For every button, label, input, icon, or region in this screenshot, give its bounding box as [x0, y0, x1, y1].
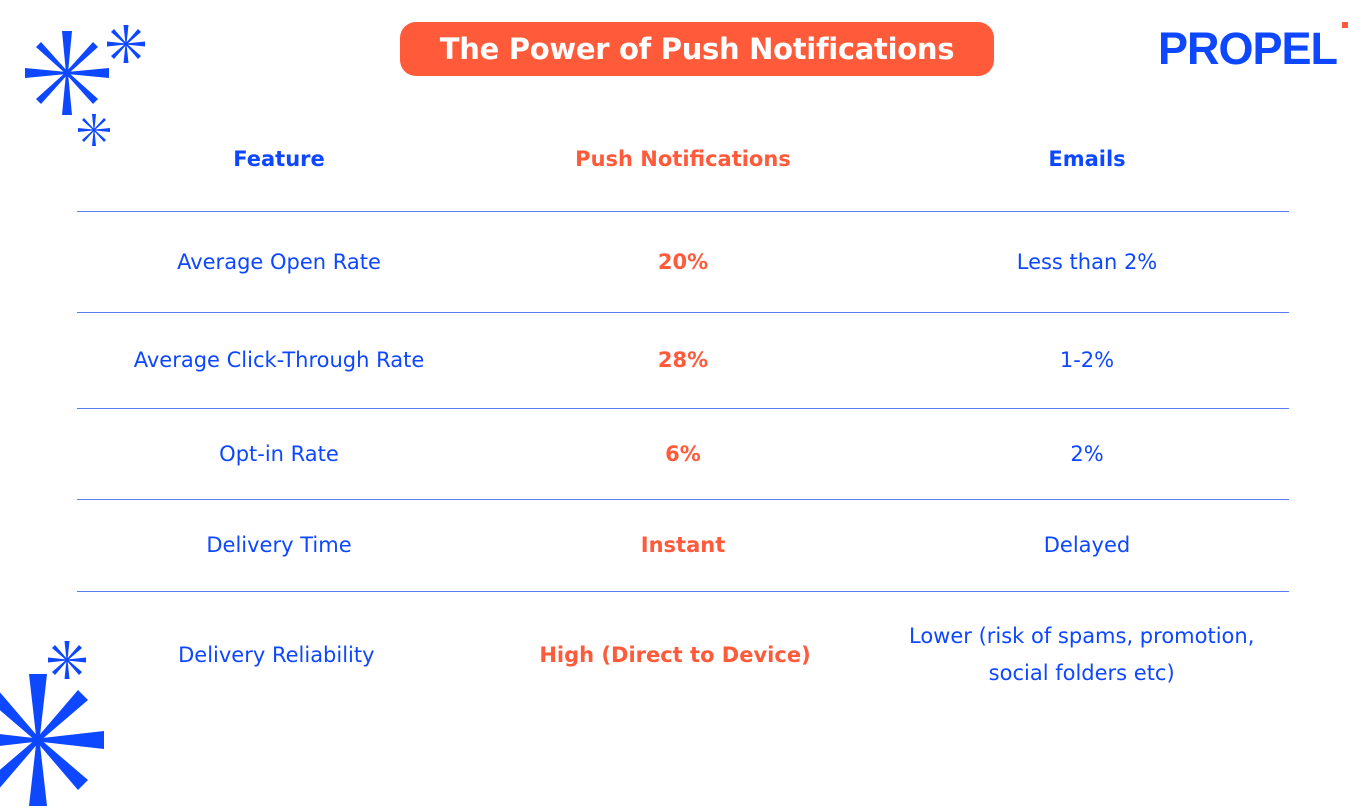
table-row: Delivery Reliability High (Direct to Dev…: [77, 592, 1289, 718]
email-value-cell: 2%: [1070, 441, 1104, 466]
logo-accent-dot: [1342, 22, 1348, 28]
logo-text: PROPEL: [1158, 23, 1338, 74]
email-value-cell: Lower (risk of spams, promotion, social …: [908, 624, 1255, 685]
push-value-cell: 20%: [657, 249, 709, 274]
asterisk-star-icon: [107, 25, 145, 63]
email-value-cell: Delayed: [1043, 533, 1131, 557]
comparison-table: Feature Push Notifications Emails Averag…: [77, 108, 1289, 718]
table-row: Opt-in Rate 6% 2%: [77, 409, 1289, 500]
feature-cell: Average Open Rate: [177, 249, 381, 274]
feature-cell: Opt-in Rate: [219, 441, 339, 466]
table-row: Delivery Time Instant Delayed: [77, 500, 1289, 592]
propel-logo: PROPEL: [1158, 22, 1348, 74]
push-value-cell: 6%: [665, 441, 701, 466]
feature-cell: Average Click-Through Rate: [133, 348, 425, 372]
page-title-text: The Power of Push Notifications: [439, 32, 955, 66]
header-emails: Emails: [1048, 147, 1126, 171]
page-title: The Power of Push Notifications: [400, 22, 994, 76]
push-value-cell: High (Direct to Device): [539, 642, 811, 667]
asterisk-star-icon: [25, 31, 109, 115]
table-header-row: Feature Push Notifications Emails: [77, 108, 1289, 212]
feature-cell: Delivery Reliability: [178, 642, 375, 667]
table-row: Average Click-Through Rate 28% 1-2%: [77, 313, 1289, 409]
header-push-notifications: Push Notifications: [575, 147, 791, 171]
email-value-cell: Less than 2%: [1016, 249, 1158, 274]
table-row: Average Open Rate 20% Less than 2%: [77, 212, 1289, 313]
push-value-cell: 28%: [657, 348, 709, 372]
header-feature: Feature: [233, 147, 325, 171]
push-value-cell: Instant: [640, 533, 726, 557]
email-value-cell: 1-2%: [1059, 348, 1115, 372]
feature-cell: Delivery Time: [206, 533, 352, 557]
